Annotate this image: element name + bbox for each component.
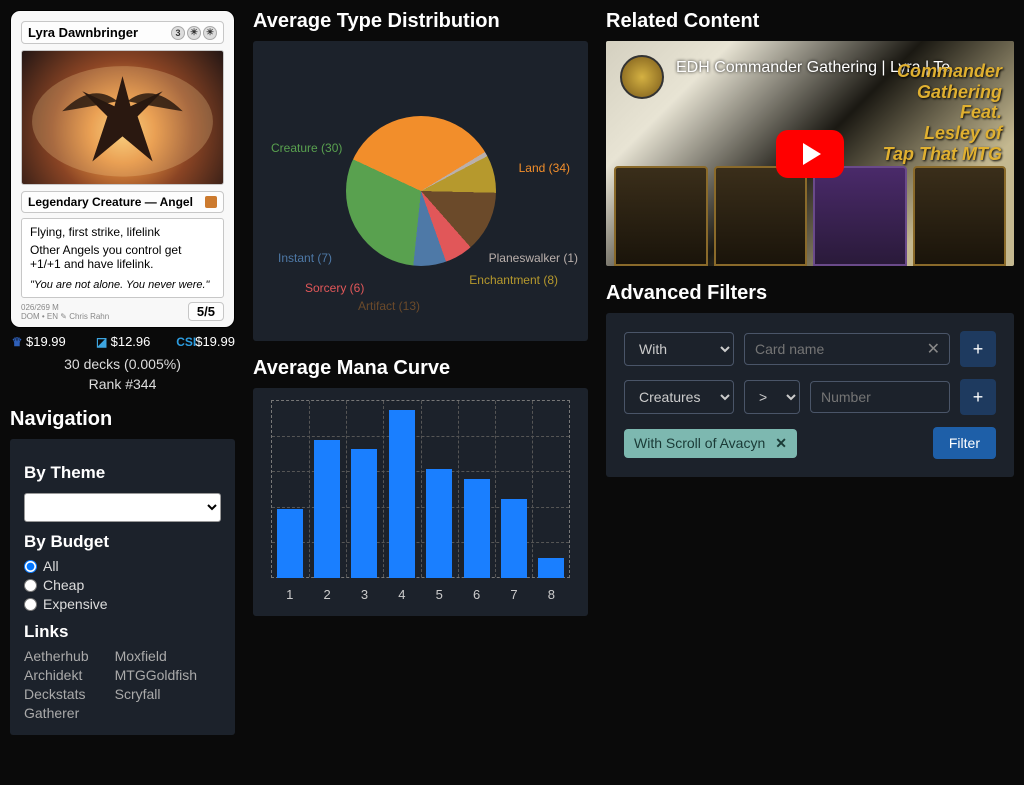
mana-bar (351, 449, 377, 578)
mana-bar (538, 558, 564, 578)
csi-icon: CSI (179, 335, 193, 349)
type-select[interactable]: Creatures (624, 380, 734, 414)
collector-number: 026/269 M (21, 303, 109, 312)
mana-bar-label: 7 (510, 587, 517, 602)
ck-icon: ◪ (95, 335, 109, 349)
mana-bar (389, 410, 415, 578)
mana-bar-label: 6 (473, 587, 480, 602)
pie-label-instant: Instant (7) (278, 251, 332, 265)
with-select[interactable]: With (624, 332, 734, 366)
filter-button[interactable]: Filter (933, 427, 996, 459)
advanced-filters-panel: With ✕ + Creatures > + With Scroll of Av… (606, 313, 1014, 477)
video-overlay-text: Commander Gathering Feat. Lesley of Tap … (883, 61, 1002, 164)
related-heading: Related Content (606, 10, 1014, 33)
card-preview[interactable]: Lyra Dawnbringer 3 ☀ ☀ Legendary Creatur… (10, 10, 235, 328)
mana-bar-label: 8 (548, 587, 555, 602)
video-thumbnail[interactable]: EDH Commander Gathering | Lyra | Te... C… (606, 41, 1014, 266)
tcg-icon: ♛ (10, 335, 24, 349)
deck-count: 30 decks (0.005%) (10, 355, 235, 375)
card-name: Lyra Dawnbringer (28, 25, 138, 40)
budget-cheap[interactable]: Cheap (24, 577, 221, 593)
pie-label-creature: Creature (30) (271, 141, 342, 155)
deck-rank: Rank #344 (10, 375, 235, 395)
card-text-ability: Other Angels you control get +1/+1 and h… (30, 243, 215, 271)
mana-bar-label: 1 (286, 587, 293, 602)
type-distribution-chart: Land (34) Planeswalker (1) Enchantment (… (253, 41, 588, 341)
pie-label-artifact: Artifact (13) (358, 299, 420, 313)
links-heading: Links (24, 622, 221, 642)
set-symbol-icon (205, 196, 217, 208)
price-tcg[interactable]: ♛$19.99 (10, 334, 66, 349)
price-row: ♛$19.99 ◪$12.96 CSI$19.99 (10, 334, 235, 349)
by-theme-heading: By Theme (24, 463, 221, 483)
price-csi[interactable]: CSI$19.99 (179, 334, 235, 349)
number-input[interactable] (810, 381, 950, 413)
card-flavor: "You are not alone. You never were." (30, 279, 215, 291)
add-count-filter-button[interactable]: + (960, 379, 996, 415)
card-name-input[interactable] (744, 333, 950, 365)
card-art (21, 50, 224, 185)
channel-badge-icon (620, 55, 664, 99)
remove-filter-icon[interactable]: ✕ (775, 435, 787, 452)
navigation-heading: Navigation (10, 408, 235, 431)
mana-cost: 3 ☀ ☀ (171, 26, 217, 40)
mana-bar (314, 440, 340, 578)
filters-heading: Advanced Filters (606, 282, 1014, 305)
comparator-select[interactable]: > (744, 380, 800, 414)
link-deckstats[interactable]: Deckstats (24, 686, 89, 702)
price-ck[interactable]: ◪$12.96 (95, 334, 151, 349)
link-moxfield[interactable]: Moxfield (115, 648, 197, 664)
link-mtggoldfish[interactable]: MTGGoldfish (115, 667, 197, 683)
pie-label-planeswalker: Planeswalker (1) (489, 251, 578, 265)
mana-bar (426, 469, 452, 578)
mana-white-icon: ☀ (203, 26, 217, 40)
mana-bar-label: 3 (361, 587, 368, 602)
type-dist-heading: Average Type Distribution (253, 10, 588, 33)
by-budget-heading: By Budget (24, 532, 221, 552)
play-button[interactable] (776, 130, 844, 178)
pie-chart (346, 116, 496, 266)
mana-bar (501, 499, 527, 578)
mana-bar (277, 509, 303, 578)
theme-select[interactable] (24, 493, 221, 522)
mana-white-icon: ☀ (187, 26, 201, 40)
link-aetherhub[interactable]: Aetherhub (24, 648, 89, 664)
pie-label-land: Land (34) (519, 161, 570, 175)
mana-bar-label: 5 (436, 587, 443, 602)
pie-label-enchantment: Enchantment (8) (469, 273, 558, 287)
card-typeline: Legendary Creature — Angel (28, 195, 193, 209)
budget-all[interactable]: All (24, 558, 221, 574)
play-icon (803, 143, 821, 165)
mana-bar (464, 479, 490, 578)
link-archidekt[interactable]: Archidekt (24, 667, 89, 683)
budget-expensive[interactable]: Expensive (24, 596, 221, 612)
mana-generic: 3 (171, 26, 185, 40)
add-card-filter-button[interactable]: + (960, 331, 996, 367)
mana-curve-chart: 1 2 3 4 5 6 7 8 (253, 388, 588, 616)
card-textbox: Flying, first strike, lifelink Other Ang… (21, 218, 224, 298)
mana-curve-heading: Average Mana Curve (253, 357, 588, 380)
card-text-keywords: Flying, first strike, lifelink (30, 225, 215, 239)
mana-bar-label: 4 (398, 587, 405, 602)
clear-icon[interactable]: ✕ (927, 339, 940, 359)
power-toughness: 5/5 (188, 302, 224, 321)
mana-bar-label: 2 (323, 587, 330, 602)
pie-label-sorcery: Sorcery (6) (305, 281, 364, 295)
navigation-panel: By Theme By Budget All Cheap Expensive L… (10, 439, 235, 735)
link-gatherer[interactable]: Gatherer (24, 705, 89, 721)
active-filter-tag: With Scroll of Avacyn ✕ (624, 429, 797, 458)
link-scryfall[interactable]: Scryfall (115, 686, 197, 702)
